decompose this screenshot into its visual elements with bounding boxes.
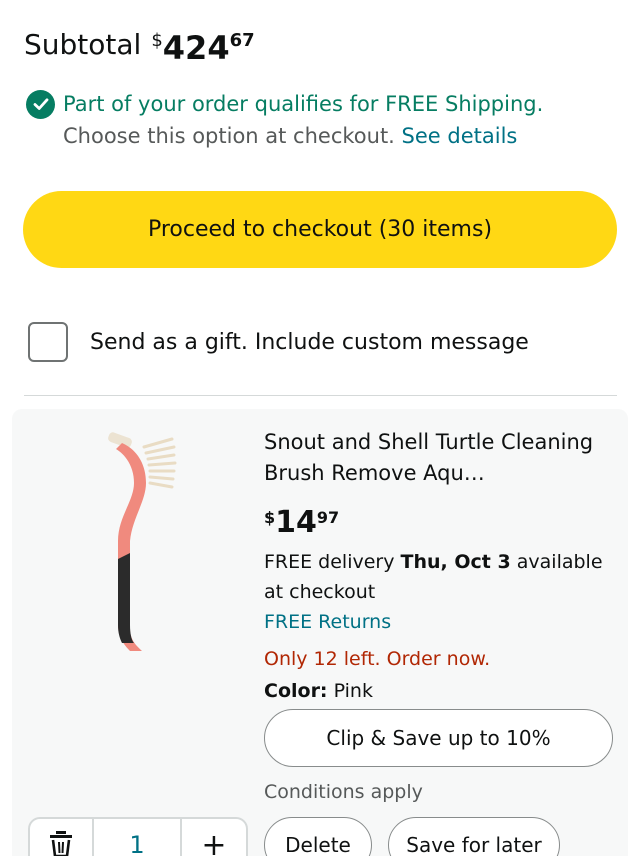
delete-button-label: Delete: [285, 833, 351, 856]
price-fraction: 97: [316, 508, 340, 527]
product-info: Snout and Shell Turtle Cleaning Brush Re…: [264, 427, 616, 803]
subtotal-fraction: 67: [229, 30, 255, 51]
delete-button[interactable]: Delete: [264, 817, 372, 856]
color-value: Pink: [333, 680, 373, 702]
delivery-info: FREE delivery Thu, Oct 3 available at ch…: [264, 547, 616, 607]
product-image[interactable]: [102, 429, 192, 659]
checkout-button-label: Proceed to checkout (30 items): [147, 217, 493, 242]
quantity-stepper: 1 +: [28, 817, 248, 856]
stock-warning: Only 12 left. Order now.: [264, 648, 491, 670]
trash-icon: [46, 828, 76, 856]
color-label: Color:: [264, 680, 328, 702]
product-color: Color: Pink: [264, 677, 616, 705]
price-currency: $: [264, 508, 276, 527]
save-for-later-button[interactable]: Save for later: [388, 817, 560, 856]
gift-checkbox[interactable]: [28, 322, 68, 362]
price-whole: 14: [275, 505, 317, 540]
free-shipping-message: Part of your order qualifies for FREE Sh…: [63, 92, 544, 116]
delete-quantity-button[interactable]: [30, 819, 94, 856]
delivery-prefix: FREE delivery: [264, 551, 395, 573]
gift-option[interactable]: Send as a gift. Include custom message: [28, 322, 529, 362]
subtotal: Subtotal $ 424 67: [24, 28, 255, 68]
subtotal-label: Subtotal: [24, 28, 142, 61]
clip-coupon-button[interactable]: Clip & Save up to 10%: [264, 709, 613, 767]
free-shipping-note: Choose this option at checkout.: [63, 124, 395, 148]
plus-icon[interactable]: +: [182, 819, 246, 856]
subtotal-whole: 424: [162, 29, 230, 67]
see-details-link[interactable]: See details: [402, 124, 518, 148]
free-returns-link[interactable]: FREE Returns: [264, 607, 616, 637]
clip-coupon-label: Clip & Save up to 10%: [326, 726, 551, 750]
conditions-apply-text: Conditions apply: [264, 781, 423, 803]
delivery-date: Thu, Oct 3: [400, 551, 511, 573]
brush-bristles: [142, 437, 177, 489]
product-price: $ 14 97: [264, 505, 616, 541]
proceed-to-checkout-button[interactable]: Proceed to checkout (30 items): [23, 191, 617, 268]
product-title[interactable]: Snout and Shell Turtle Cleaning Brush Re…: [264, 427, 616, 489]
free-shipping-notice: Part of your order qualifies for FREE Sh…: [26, 88, 616, 152]
gift-label: Send as a gift. Include custom message: [90, 329, 529, 355]
quantity-value[interactable]: 1: [94, 819, 182, 856]
divider: [24, 395, 617, 396]
cart-item: Snout and Shell Turtle Cleaning Brush Re…: [12, 409, 628, 856]
save-for-later-label: Save for later: [406, 833, 542, 856]
check-circle-icon: [26, 89, 55, 119]
subtotal-currency: $: [151, 30, 163, 51]
